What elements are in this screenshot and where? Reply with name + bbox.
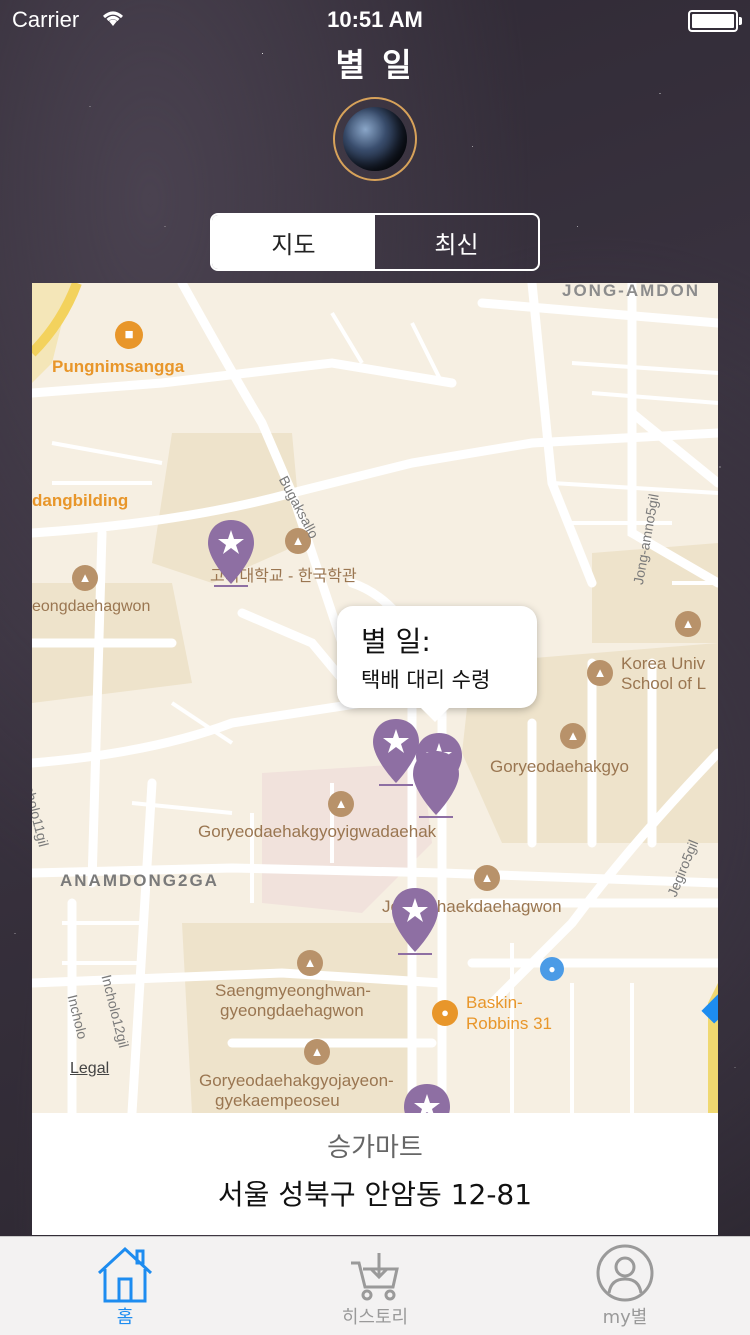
battery-icon [688, 10, 742, 32]
map-label-poi: gyekaempeoseu [215, 1091, 340, 1110]
pin-callout[interactable]: 별 일: 택배 대리 수령 [337, 606, 537, 722]
star-pin-icon[interactable] [402, 1082, 452, 1113]
shopping-poi-icon[interactable]: ■ [115, 321, 143, 349]
map-label-poi: Goryeodaehakgyojayeon- [199, 1071, 394, 1090]
map-label-poi: Goryeodaehakgyo [490, 757, 629, 776]
map-label-poi: Korea Univ [621, 654, 706, 673]
home-icon [97, 1246, 153, 1303]
callout-subtitle: 택배 대리 수령 [361, 668, 491, 692]
segment-latest[interactable]: 최신 [375, 215, 538, 269]
school-poi-icon[interactable]: ▲ [304, 1039, 330, 1065]
place-name: 승가마트 [327, 1133, 423, 1163]
school-poi-icon[interactable]: ▲ [560, 723, 586, 749]
school-poi-icon[interactable]: ▲ [587, 660, 613, 686]
legal-link[interactable]: Legal [70, 1060, 109, 1078]
map-label-area: JONG-AMDON [562, 283, 701, 300]
map-label-poi: Baskin- [466, 993, 523, 1012]
segment-map[interactable]: 지도 [212, 215, 375, 269]
user-icon [596, 1244, 654, 1302]
tab-bar: 홈 히스토리 my별 [0, 1236, 750, 1335]
school-poi-icon[interactable]: ▲ [675, 611, 701, 637]
callout-title: 별 일: [361, 625, 431, 658]
planet-icon [343, 107, 407, 171]
map-label-poi: eongdaehagwon [32, 598, 151, 615]
map-label-poi: dangbilding [32, 491, 129, 510]
map-label-poi: gyeongdaehagwon [220, 1001, 364, 1020]
cart-icon [351, 1253, 399, 1301]
map-label-poi: School of L [621, 674, 707, 693]
place-info-panel[interactable]: 승가마트 서울 성북구 안암동 12-81 [32, 1113, 718, 1235]
map-view[interactable]: ■ ▲ ▲ ▲ ▲ ▲ ▲ ▲ ▲ ▲ ● ● JONG-AMDON Pungn… [32, 283, 718, 1113]
status-bar: Carrier 10:51 AM [0, 0, 750, 40]
gas-station-poi-icon[interactable]: ● [540, 957, 564, 981]
tab-home[interactable]: 홈 [0, 1237, 250, 1335]
app-title: 별 일 [335, 46, 415, 84]
star-pin-icon[interactable] [206, 518, 256, 588]
profile-avatar[interactable] [333, 97, 417, 181]
school-poi-icon[interactable]: ▲ [297, 950, 323, 976]
map-label-area: ANAMDONG2GA [60, 871, 219, 890]
food-poi-icon[interactable]: ● [432, 1000, 458, 1026]
tab-my-label: my별 [602, 1307, 648, 1328]
tab-history[interactable]: 히스토리 [250, 1237, 500, 1335]
school-poi-icon[interactable]: ▲ [474, 865, 500, 891]
school-poi-icon[interactable]: ▲ [328, 791, 354, 817]
tab-history-label: 히스토리 [341, 1307, 409, 1328]
star-pin-icon[interactable] [411, 749, 461, 819]
school-poi-icon[interactable]: ▲ [72, 565, 98, 591]
map-label-poi: Robbins 31 [466, 1014, 553, 1033]
tab-home-label: 홈 [116, 1307, 134, 1328]
clock: 10:51 AM [327, 7, 423, 32]
tab-my[interactable]: my별 [500, 1237, 750, 1335]
map-label-poi: Pungnimsangga [52, 357, 185, 376]
view-segmented-control[interactable]: 지도 최신 [210, 213, 540, 271]
place-address: 서울 성북구 안암동 12-81 [217, 1178, 533, 1211]
map-label-poi: Goryeodaehakgyoyigwadaehak [198, 822, 437, 841]
map-label-poi: Saengmyeonghwan- [215, 981, 371, 1000]
star-pin-icon[interactable] [390, 886, 440, 956]
